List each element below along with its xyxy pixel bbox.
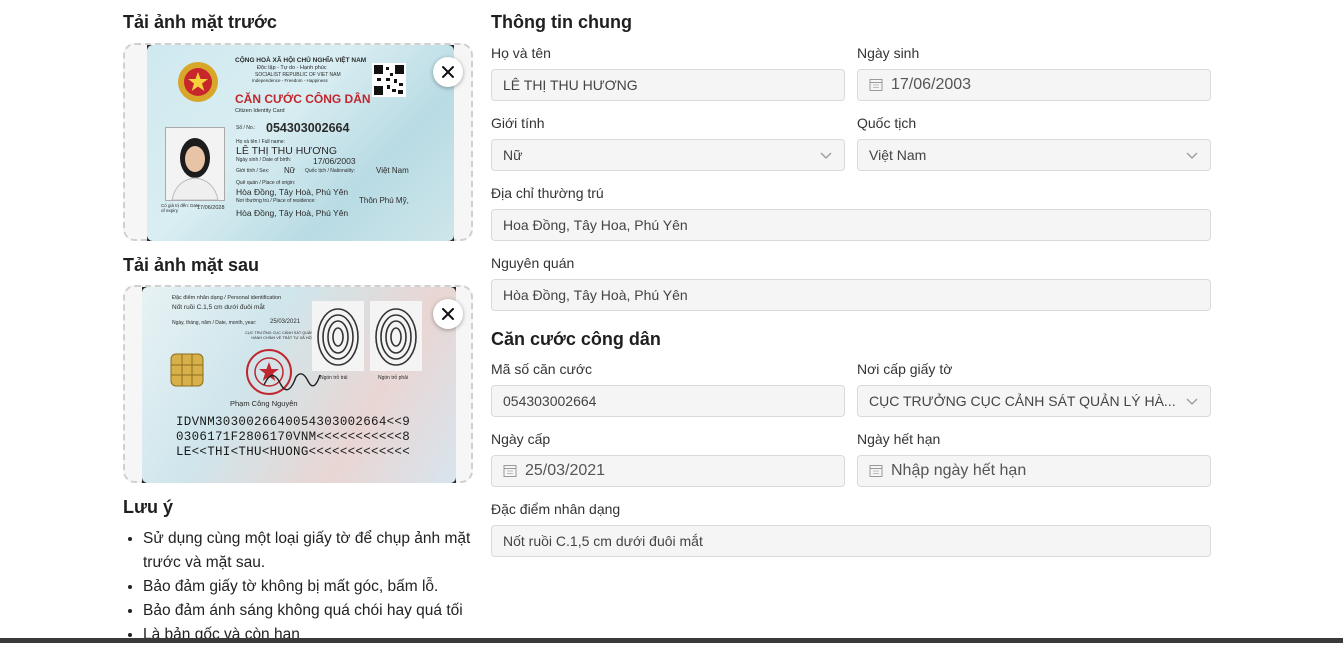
card-motto-en: Independence - Freedom - Happiness [252,78,328,83]
close-icon [442,308,454,320]
full-name-label: Họ và tên [491,45,551,61]
front-upload-area[interactable]: CỘNG HOÀ XÃ HỘI CHỦ NGHĨA VIỆT NAM Độc l… [123,43,473,241]
back-id-photo: Đặc điểm nhân dạng / Personal identifica… [142,287,456,483]
back-upload-area[interactable]: Đặc điểm nhân dạng / Personal identifica… [123,285,473,483]
back-id-card: Đặc điểm nhân dạng / Personal identifica… [142,287,456,483]
card-sex: Nữ [284,166,296,175]
right-index-label: Ngón trỏ phải [378,375,409,381]
nationality-value: Việt Nam [869,147,927,163]
card-nat: Việt Nam [376,166,409,175]
hometown-input[interactable]: Hòa Đồng, Tây Hoà, Phú Yên [491,279,1211,311]
signer-name: Phạm Công Nguyên [230,399,298,408]
general-info-title: Thông tin chung [491,12,632,32]
gender-value: Nữ [503,147,523,163]
nationality-select[interactable]: Việt Nam [857,139,1211,171]
issued-by-label: Nơi cấp giấy tờ [857,361,953,377]
permanent-address-input[interactable]: Hoa Đồng, Tây Hoa, Phú Yên [491,209,1211,241]
chevron-down-icon [820,152,832,159]
left-fingerprint-icon [312,301,364,371]
chevron-down-icon [1186,398,1198,405]
chevron-down-icon [1186,152,1198,159]
left-index-label: Ngón trỏ trái [320,375,348,381]
hometown-label: Nguyên quán [491,255,575,271]
card-no-label: Số / No.: [236,125,256,131]
card-heading-en: Citizen Identity Card [235,108,285,114]
front-upload-title: Tải ảnh mặt trước [123,12,277,32]
mrz-line-2: 0306171F2806170VNM<<<<<<<<<<<8 [176,430,411,444]
card-number: 054303002664 [266,121,350,135]
list-item: Là bản gốc và còn hạn [143,623,503,647]
id-number-value: 054303002664 [503,393,597,409]
front-id-card: CỘNG HOÀ XÃ HỘI CHỦ NGHĨA VIỆT NAM Độc l… [147,45,454,241]
birth-date-value: 17/06/2003 [891,76,972,93]
birth-date-picker[interactable]: 17/06/2003 [857,69,1211,101]
back-upload-title: Tải ảnh mặt sau [123,255,260,275]
card-origin-label: Quê quán / Place of origin: [236,180,296,186]
issue-date-value: 25/03/2021 [525,462,606,479]
signature-icon [263,373,321,391]
card-expiry-label: Có giá trị đến: Date of expiry [161,203,200,213]
issued-by-select[interactable]: CỤC TRƯỞNG CỤC CẢNH SÁT QUẢN LÝ HÀ... [857,385,1211,417]
card-date: 25/03/2021 [270,319,301,325]
expiry-date-placeholder: Nhập ngày hết hạn [891,462,1027,479]
qr-code-icon [372,63,406,97]
remove-front-image-button[interactable] [433,57,463,87]
national-emblem-icon [178,62,218,102]
calendar-icon [869,79,883,91]
permanent-address-value: Hoa Đồng, Tây Hoa, Phú Yên [503,217,688,233]
issue-date-picker[interactable]: 25/03/2021 [491,455,845,487]
issued-by-value: CỤC TRƯỞNG CỤC CẢNH SÁT QUẢN LÝ HÀ... [869,393,1176,409]
card-issuer: CỤC TRƯỞNG CỤC CẢNH SÁT QUẢN LÝ HÀNH CHÍ… [245,331,319,340]
card-residence-1: Thôn Phú Mỹ, [359,196,409,205]
close-icon [442,66,454,78]
list-item: Bảo đảm ánh sáng không quá chói hay quá … [143,599,503,623]
expiry-date-picker[interactable]: Nhập ngày hết hạn [857,455,1211,487]
features-label: Đặc điểm nhân dạng [491,501,621,517]
card-motto: Độc lập - Tự do - Hạnh phúc [257,65,327,71]
portrait-photo [165,127,225,201]
card-features-label: Đặc điểm nhân dạng / Personal identifica… [172,295,282,301]
id-card-title: Căn cước công dân [491,329,661,349]
card-heading: CĂN CƯỚC CÔNG DÂN [235,92,371,106]
issue-date-label: Ngày cấp [491,431,551,447]
gender-label: Giới tính [491,115,545,131]
mrz-line-1: IDVNM3030026640054303002664<<9 [176,415,411,429]
id-number-input[interactable]: 054303002664 [491,385,845,417]
features-value: Nốt ruồi C.1,5 cm dưới đuôi mắt [503,533,703,549]
features-input[interactable]: Nốt ruồi C.1,5 cm dưới đuôi mắt [491,525,1211,557]
gender-select[interactable]: Nữ [491,139,845,171]
notes-list: Sử dụng cùng một loại giấy tờ để chụp ản… [123,527,503,647]
hometown-value: Hòa Đồng, Tây Hoà, Phú Yên [503,287,688,303]
card-date-label: Ngày, tháng, năm / Date, month, year: [172,320,257,326]
permanent-address-label: Địa chỉ thường trú [491,185,604,201]
card-residence-label: Nơi thường trú / Place of residence: [236,198,316,204]
bottom-edge [0,638,1343,643]
card-residence-2: Hòa Đồng, Tây Hoà, Phú Yên [236,208,349,218]
birth-date-label: Ngày sinh [857,45,920,61]
card-nat-label: Quốc tịch / Nationality: [305,168,356,174]
card-expiry: 17/06/2028 [197,205,225,211]
full-name-value: LÊ THỊ THU HƯƠNG [503,77,638,93]
full-name-input[interactable]: LÊ THỊ THU HƯƠNG [491,69,845,101]
chip-icon [170,353,204,387]
front-id-photo: CỘNG HOÀ XÃ HỘI CHỦ NGHĨA VIỆT NAM Độc l… [147,45,454,241]
remove-back-image-button[interactable] [433,299,463,329]
card-dob-label: Ngày sinh / Date of birth: [236,157,292,163]
expiry-date-label: Ngày hết hạn [857,431,941,447]
list-item: Bảo đảm giấy tờ không bị mất góc, bấm lỗ… [143,575,503,599]
list-item: Sử dụng cùng một loại giấy tờ để chụp ản… [143,527,503,575]
mrz-line-3: LE<<THI<THU<HUONG<<<<<<<<<<<<< [176,445,411,459]
notes-title: Lưu ý [123,497,174,517]
card-features: Nốt ruồi C.1,5 cm dưới đuôi mắt [172,304,265,311]
right-fingerprint-icon [370,301,422,371]
calendar-icon [503,465,517,477]
nationality-label: Quốc tịch [857,115,917,131]
calendar-icon [869,465,883,477]
id-number-label: Mã số căn cước [491,361,593,377]
card-country: CỘNG HOÀ XÃ HỘI CHỦ NGHĨA VIỆT NAM [235,57,367,64]
card-origin: Hòa Đồng, Tây Hoà, Phú Yên [236,187,349,197]
card-dob: 17/06/2003 [313,156,356,166]
card-sex-label: Giới tính / Sex: [236,168,270,174]
